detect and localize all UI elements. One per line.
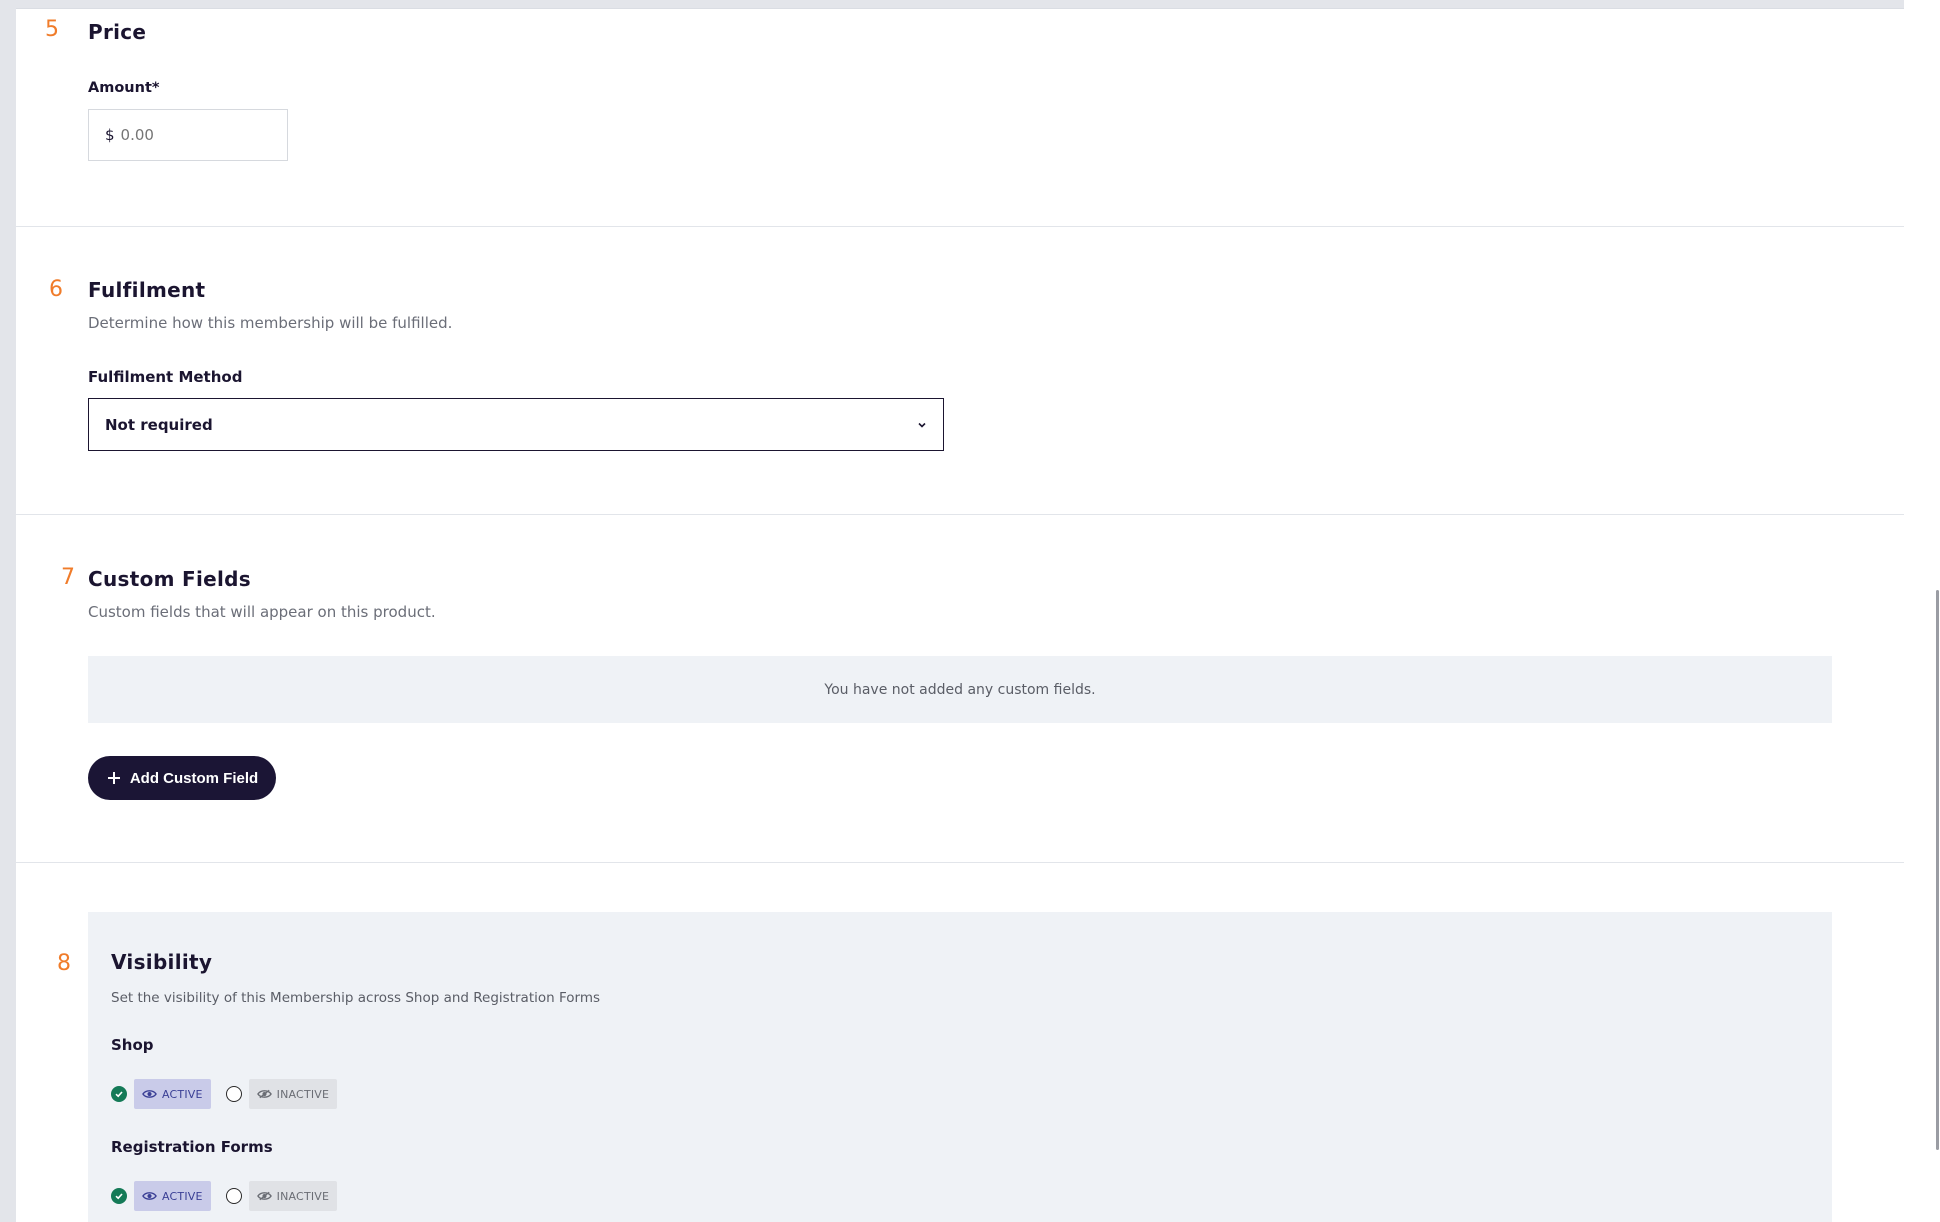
registration-forms-visibility-label: Registration Forms	[111, 1138, 273, 1156]
eye-icon	[142, 1192, 157, 1200]
amount-input[interactable]	[120, 126, 261, 144]
currency-symbol: $	[105, 126, 115, 144]
fulfilment-method-select[interactable]: Not required	[88, 398, 944, 451]
form-card: 5 Price Amount* $ 6 Fulfilment Determine…	[16, 8, 1904, 1222]
shop-inactive-radio[interactable]	[225, 1086, 242, 1102]
section-divider	[16, 514, 1904, 515]
shop-inactive-label: INACTIVE	[276, 1087, 330, 1101]
section-description-custom-fields: Custom fields that will appear on this p…	[88, 603, 436, 621]
fulfilment-method-label: Fulfilment Method	[88, 368, 243, 386]
section-title-visibility: Visibility	[111, 950, 213, 974]
check-icon	[115, 1091, 123, 1098]
registration-forms-active-radio[interactable]	[111, 1188, 127, 1204]
section-description-fulfilment: Determine how this membership will be fu…	[88, 314, 453, 332]
empty-state-message: You have not added any custom fields.	[824, 681, 1096, 698]
step-number-custom-fields: 7	[61, 565, 75, 590]
shop-active-radio[interactable]	[111, 1086, 127, 1102]
shop-active-label: ACTIVE	[162, 1087, 203, 1101]
fulfilment-method-value: Not required	[105, 415, 213, 434]
section-description-visibility: Set the visibility of this Membership ac…	[111, 990, 601, 1006]
amount-field[interactable]: $	[88, 109, 288, 161]
amount-label: Amount*	[88, 80, 160, 96]
section-title-price: Price	[88, 20, 147, 44]
eye-off-icon	[256, 1089, 272, 1099]
step-number-visibility: 8	[57, 951, 71, 976]
scrollbar-track[interactable]	[1904, 0, 1940, 1222]
registration-forms-inactive-label: INACTIVE	[276, 1189, 330, 1203]
chevron-down-icon	[918, 422, 926, 428]
add-custom-field-button[interactable]: Add Custom Field	[88, 756, 276, 800]
shop-visibility-label: Shop	[111, 1036, 154, 1054]
registration-forms-inactive-radio[interactable]	[225, 1188, 242, 1204]
registration-forms-visibility-options: ACTIVE INACTIVE	[111, 1181, 338, 1211]
section-title-custom-fields: Custom Fields	[88, 567, 251, 591]
eye-off-icon	[256, 1191, 272, 1201]
section-divider	[16, 226, 1904, 227]
registration-forms-active-label: ACTIVE	[162, 1189, 203, 1203]
eye-icon	[142, 1090, 157, 1098]
add-custom-field-label: Add Custom Field	[129, 769, 259, 787]
scrollbar-thumb[interactable]	[1936, 590, 1939, 1150]
step-number-price: 5	[45, 17, 59, 42]
check-icon	[115, 1193, 123, 1200]
section-divider	[16, 862, 1904, 863]
section-title-fulfilment: Fulfilment	[88, 278, 206, 302]
registration-forms-inactive-chip[interactable]: INACTIVE	[248, 1181, 338, 1211]
shop-visibility-options: ACTIVE INACTIVE	[111, 1079, 338, 1109]
shop-active-chip[interactable]: ACTIVE	[134, 1079, 211, 1109]
step-number-fulfilment: 6	[49, 277, 63, 302]
custom-fields-empty-state: You have not added any custom fields.	[88, 656, 1832, 723]
visibility-panel: Visibility Set the visibility of this Me…	[88, 912, 1832, 1222]
plus-icon	[107, 772, 120, 784]
shop-inactive-chip[interactable]: INACTIVE	[248, 1079, 338, 1109]
registration-forms-active-chip[interactable]: ACTIVE	[134, 1181, 211, 1211]
